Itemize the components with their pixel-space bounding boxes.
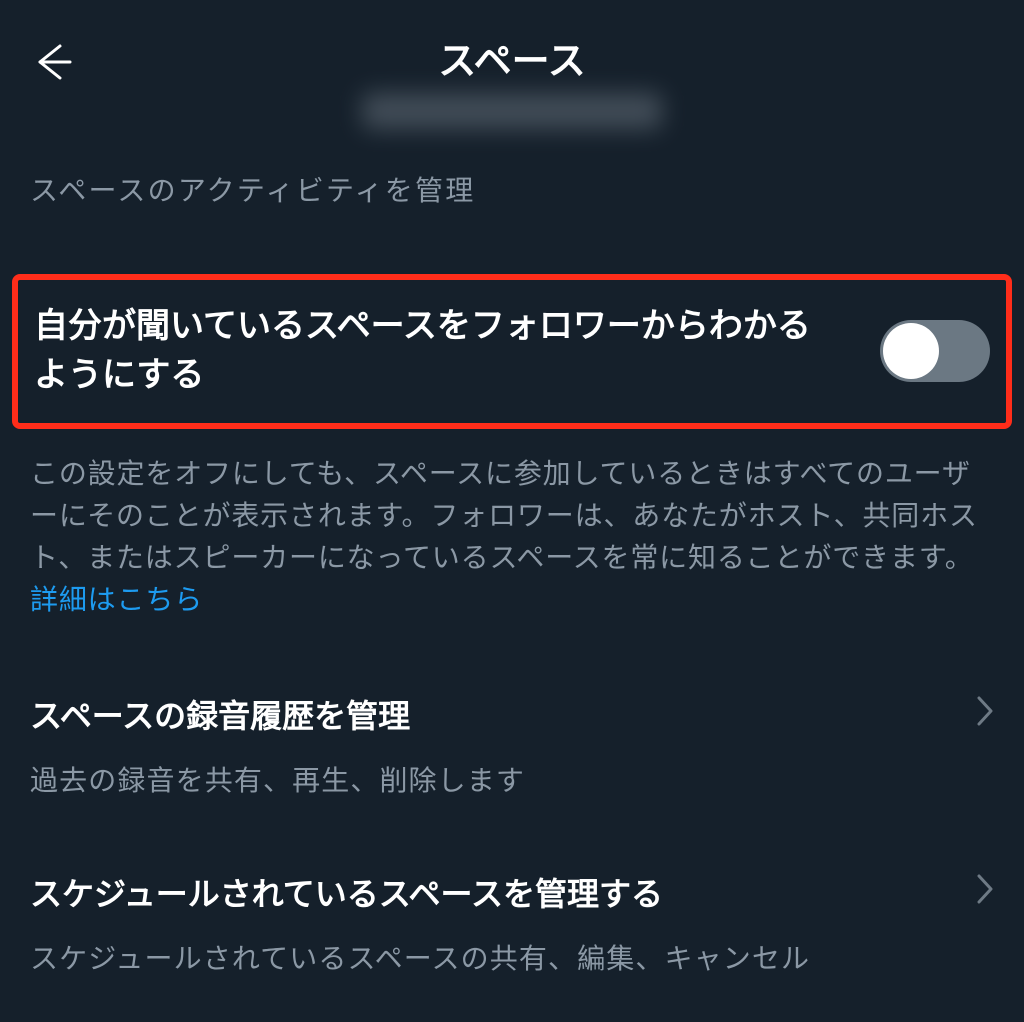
nav-item-description: 過去の録音を共有、再生、削除します [30,759,994,799]
learn-more-link[interactable]: 詳細はこちら [30,584,203,615]
toggle-setting-label: 自分が聞いているスペースをフォロワーからわかるようにする [34,302,824,401]
nav-item-scheduled: スケジュールされているスペースを管理する スケジュールされているスペースの共有、… [0,799,1024,977]
chevron-right-icon [976,695,994,732]
nav-item-title: スペースの録音履歴を管理 [30,691,410,737]
header-center: スペース [30,30,994,129]
nav-item-title: スケジュールされているスペースを管理する [30,869,663,915]
chevron-right-icon [976,873,994,910]
page-title: スペース [30,30,994,85]
toggle-setting-description: この設定をオフにしても、スペースに参加しているときはすべてのユーザーにそのことが… [0,429,1024,621]
header-subtitle-blurred [362,93,662,129]
nav-item-scheduled-row[interactable]: スケジュールされているスペースを管理する [30,869,994,915]
toggle-knob [883,323,939,379]
nav-item-description: スケジュールされているスペースの共有、編集、キャンセル [30,937,994,977]
nav-item-recordings-row[interactable]: スペースの録音履歴を管理 [30,691,994,737]
header: スペース [0,0,1024,139]
section-description: スペースのアクティビティを管理 [0,139,1024,209]
toggle-setting-row-highlighted: 自分が聞いているスペースをフォロワーからわかるようにする [12,274,1012,429]
nav-item-recordings: スペースの録音履歴を管理 過去の録音を共有、再生、削除します [0,621,1024,799]
visibility-toggle[interactable] [880,320,990,382]
toggle-description-text: この設定をオフにしても、スペースに参加しているときはすべてのユーザーにそのことが… [30,458,978,573]
